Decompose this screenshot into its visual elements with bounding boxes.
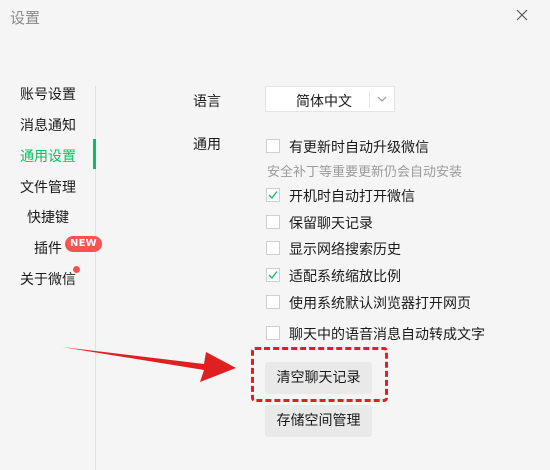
auto-update-checkbox[interactable] [266,139,280,153]
chevron-down-icon [377,96,387,102]
new-badge: NEW [65,236,102,252]
notification-dot [73,266,80,273]
voice-to-text-checkbox[interactable] [266,326,280,340]
sidebar-item-account[interactable]: 账号设置 [20,84,76,104]
auto-start-checkbox[interactable] [266,188,280,202]
auto-update-label[interactable]: 有更新时自动升级微信 [289,137,429,157]
sidebar-item-about[interactable]: 关于微信 [20,269,76,289]
default-browser-label[interactable]: 使用系统默认浏览器打开网页 [289,293,471,313]
sidebar-item-files[interactable]: 文件管理 [20,177,76,197]
close-button[interactable] [512,5,532,25]
window-title: 设置 [10,9,41,27]
search-history-checkbox[interactable] [266,241,280,255]
general-label: 通用 [193,137,221,153]
update-hint: 安全补丁等重要更新仍会自动安装 [267,165,463,180]
annotation-highlight-box [251,347,388,402]
language-value: 简体中文 [296,94,352,110]
keep-history-checkbox[interactable] [266,215,280,229]
search-history-label[interactable]: 显示网络搜索历史 [289,239,401,259]
keep-history-label[interactable]: 保留聊天记录 [289,213,373,233]
sidebar-item-general[interactable]: 通用设置 [20,146,76,166]
close-icon [516,9,528,21]
sidebar-item-shortcuts[interactable]: 快捷键 [27,207,69,227]
system-scaling-checkbox[interactable] [266,268,280,282]
system-scaling-label[interactable]: 适配系统缩放比例 [289,266,401,286]
voice-to-text-label[interactable]: 聊天中的语音消息自动转成文字 [289,324,485,344]
sidebar-item-notifications[interactable]: 消息通知 [20,115,76,135]
checkmark-icon [268,271,278,279]
default-browser-checkbox[interactable] [266,295,280,309]
select-separator [369,91,370,108]
language-select[interactable]: 简体中文 [265,86,395,112]
checkmark-icon [268,191,278,199]
active-indicator [93,139,96,169]
sidebar-item-plugins[interactable]: 插件 [34,238,62,258]
auto-start-label[interactable]: 开机时自动打开微信 [289,186,415,206]
language-label: 语言 [193,94,221,110]
storage-management-button[interactable]: 存储空间管理 [265,405,372,437]
